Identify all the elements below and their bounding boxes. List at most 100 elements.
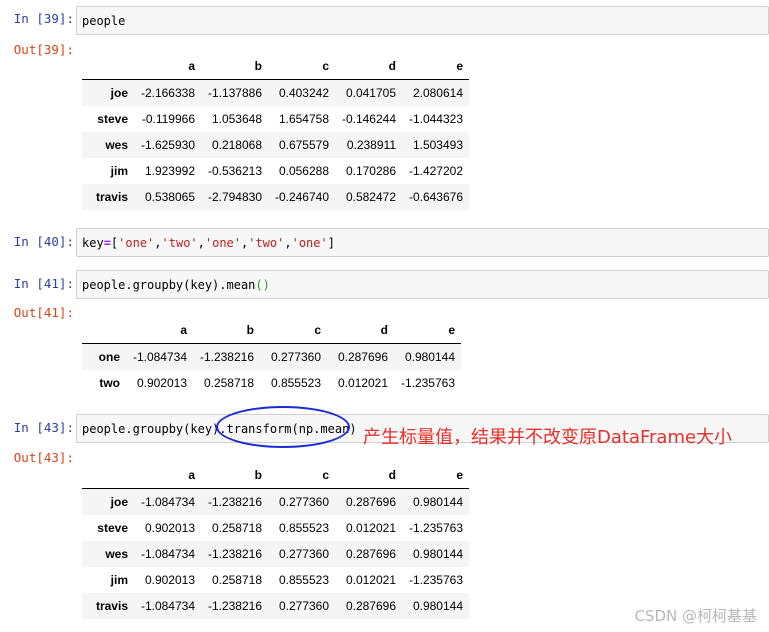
row-index: one	[98, 350, 120, 364]
table-cell: 1.654758	[278, 112, 329, 126]
table-cell: 0.855523	[278, 573, 329, 587]
table-cell: 0.277360	[270, 350, 321, 364]
table-cell: -1.084734	[140, 599, 195, 613]
table-cell: 0.012021	[345, 521, 396, 535]
table-cell: 0.258718	[211, 573, 262, 587]
column-header: c	[260, 317, 327, 344]
table-row: steve 0.902013 0.258718 0.855523 0.012021 -1.…	[82, 515, 469, 541]
table-cell: 0.980144	[412, 547, 463, 561]
table-row: jim 0.902013 0.258718 0.855523 0.012021 -1.23…	[82, 567, 469, 593]
code-string: 'one'	[291, 235, 328, 250]
table-cell: -1.044323	[408, 112, 463, 126]
code-string: 'one'	[118, 235, 155, 250]
in-prompt-39: In [39]:	[13, 11, 74, 26]
table-cell: 0.012021	[345, 573, 396, 587]
table-cell: 0.980144	[412, 599, 463, 613]
table-cell: -1.084734	[140, 547, 195, 561]
table-row: travis -1.084734 -1.238216 0.277360 0.287696…	[82, 593, 469, 619]
table-cell: 0.902013	[136, 376, 187, 390]
column-header: a	[134, 53, 201, 80]
table-cell: -1.238216	[207, 495, 262, 509]
table-cell: -1.235763	[408, 521, 463, 535]
table-row: steve -0.119966 1.053648 1.654758 -0.146244-…	[82, 106, 469, 132]
row-index: joe	[110, 86, 128, 100]
people-dataframe: a b c d e joe -2.166338 -1.137886 0.403242 0.0417…	[82, 53, 469, 210]
table-row: joe -2.166338 -1.137886 0.403242 0.041705 2.0…	[82, 79, 469, 106]
code-text: people.groupby(key).	[82, 421, 227, 436]
table-cell: -1.235763	[408, 573, 463, 587]
column-header: c	[268, 462, 335, 489]
out-prompt-43: Out[43]:	[13, 450, 74, 465]
column-header: a	[134, 462, 201, 489]
code-cell-39[interactable]: people	[76, 6, 769, 35]
table-cell: 1.053648	[211, 112, 262, 126]
in-prompt-43: In [43]:	[13, 420, 74, 435]
code-equals: =	[103, 235, 111, 250]
table-row: jim 1.923992 -0.536213 0.056288 0.170286 -1.4…	[82, 158, 469, 184]
table-cell: 0.287696	[337, 350, 388, 364]
table-cell: -1.238216	[199, 350, 254, 364]
table-cell: 0.041705	[345, 86, 396, 100]
table-cell: 0.582472	[345, 190, 396, 204]
code-cell-41[interactable]: people.groupby(key).mean()	[76, 270, 769, 299]
row-index: wes	[105, 547, 128, 561]
table-cell: 0.056288	[278, 164, 329, 178]
index-corner	[82, 462, 134, 489]
transform-dataframe: a b c d e joe -1.084734 -1.238216 0.277360 0.2876…	[82, 462, 469, 619]
table-row: travis 0.538065 -2.794830 -0.246740 0.582472…	[82, 184, 469, 210]
table-cell: -1.235763	[400, 376, 455, 390]
row-index: jim	[110, 164, 128, 178]
table-cell: -0.643676	[408, 190, 463, 204]
row-index: steve	[97, 521, 128, 535]
table-cell: 0.012021	[337, 376, 388, 390]
table-cell: 0.238911	[346, 138, 396, 152]
code-string: 'two'	[248, 235, 285, 250]
row-index: travis	[95, 599, 128, 613]
table-cell: -1.238216	[207, 599, 262, 613]
table-cell: 0.855523	[270, 376, 321, 390]
table-cell: 0.287696	[345, 547, 396, 561]
out-prompt-41: Out[41]:	[13, 305, 74, 320]
table-cell: -1.427202	[408, 164, 463, 178]
code-string: 'two'	[161, 235, 198, 250]
table-cell: -0.536213	[207, 164, 262, 178]
code-lhs: key	[82, 235, 104, 250]
table-cell: 0.538065	[144, 190, 195, 204]
table-cell: -1.238216	[207, 547, 262, 561]
table-cell: 0.855523	[278, 521, 329, 535]
code-string: 'one'	[204, 235, 241, 250]
table-cell: 0.277360	[278, 599, 329, 613]
in-prompt-40: In [40]:	[13, 234, 74, 249]
header-row: abcde	[82, 53, 469, 80]
column-header: d	[335, 53, 402, 80]
table-row: wes -1.625930 0.218068 0.675579 0.238911 1.50…	[82, 132, 469, 158]
table-cell: 1.503493	[412, 138, 463, 152]
header-row: abcde	[82, 462, 469, 489]
index-corner	[82, 53, 134, 80]
table-cell: 0.980144	[412, 495, 463, 509]
annotation-note: 产生标量值，结果并不改变原DataFrame大小	[363, 427, 733, 448]
column-header: b	[193, 317, 260, 344]
table-cell: -0.119966	[141, 112, 195, 126]
table-cell: -2.166338	[140, 86, 195, 100]
code-text: people.groupby(key).mean	[82, 277, 256, 292]
code-open-bracket: [	[110, 235, 119, 250]
column-header: e	[394, 317, 461, 344]
table-cell: 0.403242	[278, 86, 329, 100]
column-header: d	[335, 462, 402, 489]
row-index: wes	[105, 138, 128, 152]
table-cell: 0.258718	[203, 376, 254, 390]
row-index: travis	[95, 190, 128, 204]
table-row: two 0.902013 0.258718 0.855523 0.012021 -1.23…	[82, 370, 461, 396]
table-cell: 0.287696	[345, 599, 396, 613]
table-cell: -0.146244	[341, 112, 396, 126]
code-cell-40[interactable]: key = ['one','two','one','two','one']	[76, 228, 769, 257]
table-cell: 0.902013	[144, 521, 195, 535]
table-cell: -1.084734	[132, 350, 187, 364]
table-cell: 0.258718	[211, 521, 262, 535]
code-parens: ()	[255, 277, 270, 292]
watermark: CSDN @柯柯基基	[634, 607, 757, 625]
table-cell: 0.675579	[278, 138, 329, 152]
row-index: two	[99, 376, 120, 390]
row-index: steve	[97, 112, 128, 126]
